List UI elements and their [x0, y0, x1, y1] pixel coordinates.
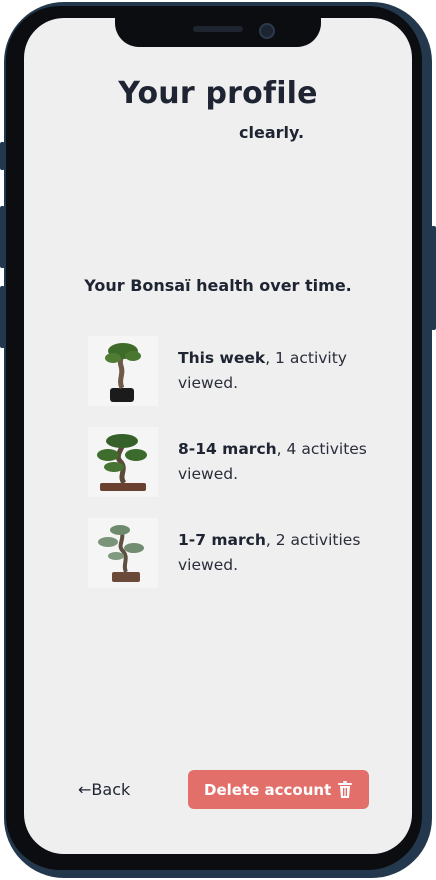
history-period: This week: [178, 349, 266, 367]
bonsai-tree-image: [88, 427, 158, 497]
history-item-text: 1-7 march, 2 activities viewed.: [178, 528, 378, 578]
history-list: This week, 1 activity viewed. 8-14 march…: [88, 336, 388, 609]
history-item: 8-14 march, 4 activites viewed.: [88, 427, 388, 518]
back-button[interactable]: ←Back: [78, 780, 130, 799]
history-item-text: This week, 1 activity viewed.: [178, 346, 378, 396]
section-heading: Your Bonsaï health over time.: [84, 276, 352, 295]
history-period: 1-7 march: [178, 531, 266, 549]
page-title: Your profile: [118, 76, 318, 111]
history-item-text: 8-14 march, 4 activites viewed.: [178, 437, 378, 487]
front-camera: [259, 23, 275, 39]
phone-power-button: [431, 226, 436, 330]
history-item: This week, 1 activity viewed.: [88, 336, 388, 427]
bonsai-pine-image: [88, 518, 158, 588]
page-subtitle: clearly.: [239, 123, 305, 142]
bonsai-plant-image: [88, 336, 158, 406]
trash-icon: [338, 781, 352, 798]
phone-notch: [115, 18, 321, 47]
phone-volume-up-button: [0, 206, 5, 268]
back-label: Back: [91, 780, 131, 799]
app-screen: Your profile clearly. Your Bonsaï health…: [24, 18, 412, 854]
history-period: 8-14 march: [178, 440, 277, 458]
phone-volume-down-button: [0, 286, 5, 348]
delete-account-button[interactable]: Delete account: [188, 770, 369, 809]
speaker-grille: [193, 26, 243, 32]
phone-side-button: [0, 142, 5, 170]
delete-account-label: Delete account: [204, 781, 332, 799]
history-item: 1-7 march, 2 activities viewed.: [88, 518, 388, 609]
arrow-left-icon: ←: [78, 780, 92, 799]
